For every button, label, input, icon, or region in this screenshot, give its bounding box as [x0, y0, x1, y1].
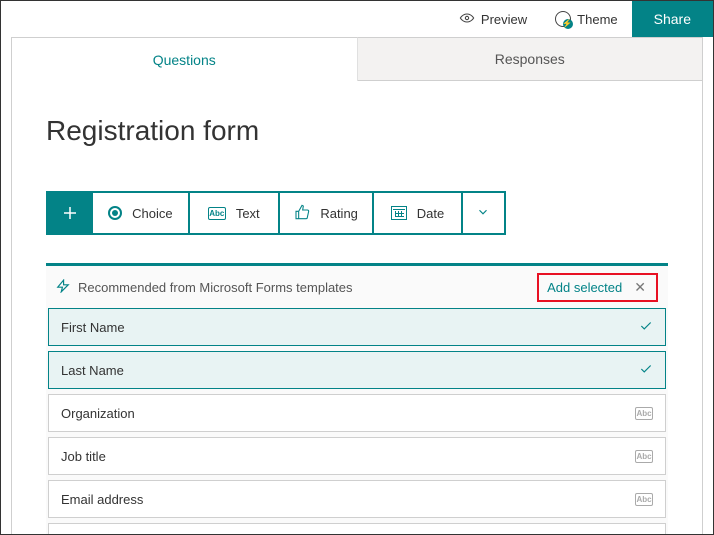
- radio-icon: [108, 206, 122, 220]
- check-icon: [639, 319, 653, 336]
- qtype-more[interactable]: [461, 193, 504, 233]
- qtype-choice-label: Choice: [132, 206, 172, 221]
- form-title[interactable]: Registration form: [46, 115, 668, 147]
- recommended-row-label: First Name: [61, 320, 125, 335]
- recommended-row-label: Last Name: [61, 363, 124, 378]
- top-bar: Preview ⚡ Theme Share: [1, 1, 713, 37]
- recommended-row-label: Email address: [61, 492, 143, 507]
- chevron-down-icon: [476, 205, 490, 222]
- abc-icon: Abc: [635, 493, 653, 506]
- question-type-bar: Choice Abc Text Rating Date: [46, 191, 506, 235]
- tab-questions[interactable]: Questions: [11, 37, 358, 81]
- share-button[interactable]: Share: [632, 1, 713, 37]
- add-question-button[interactable]: [48, 193, 91, 233]
- preview-button[interactable]: Preview: [445, 1, 541, 37]
- recommended-actions: Add selected ✕: [537, 273, 658, 302]
- theme-label: Theme: [577, 12, 617, 27]
- calendar-icon: [391, 206, 407, 220]
- theme-icon: ⚡: [555, 11, 571, 27]
- qtype-date[interactable]: Date: [372, 193, 460, 233]
- tabs-bar: Questions Responses: [11, 37, 703, 81]
- add-selected-button[interactable]: Add selected: [547, 280, 622, 295]
- form-page: Registration form Choice Abc Text: [11, 81, 703, 535]
- recommended-row[interactable]: Questions or commentsAbc: [48, 523, 666, 535]
- tab-responses-label: Responses: [495, 51, 565, 67]
- recommended-list: First NameLast NameOrganizationAbcJob ti…: [46, 308, 668, 535]
- qtype-date-label: Date: [417, 206, 444, 221]
- tab-responses[interactable]: Responses: [358, 37, 704, 81]
- content-area: Questions Responses Registration form Ch…: [11, 37, 703, 534]
- recommended-row[interactable]: Organization Abc: [48, 394, 666, 432]
- recommended-row[interactable]: Job title Abc: [48, 437, 666, 475]
- abc-icon: Abc: [635, 407, 653, 420]
- close-icon[interactable]: ✕: [632, 279, 648, 296]
- recommended-row[interactable]: Email address Abc: [48, 480, 666, 518]
- abc-icon: Abc: [208, 207, 226, 220]
- recommended-header-text: Recommended from Microsoft Forms templat…: [78, 280, 353, 295]
- share-label: Share: [654, 11, 691, 27]
- app-frame: Preview ⚡ Theme Share Questions Response…: [0, 0, 714, 535]
- recommended-header: Recommended from Microsoft Forms templat…: [46, 266, 668, 308]
- qtype-text[interactable]: Abc Text: [188, 193, 278, 233]
- recommended-row-label: Job title: [61, 449, 106, 464]
- recommended-row-label: Organization: [61, 406, 135, 421]
- preview-label: Preview: [481, 12, 527, 27]
- theme-button[interactable]: ⚡ Theme: [541, 1, 631, 37]
- qtype-choice[interactable]: Choice: [91, 193, 187, 233]
- abc-icon: Abc: [635, 450, 653, 463]
- qtype-rating[interactable]: Rating: [278, 193, 372, 233]
- check-icon: [639, 362, 653, 379]
- recommended-row[interactable]: First Name: [48, 308, 666, 346]
- tab-questions-label: Questions: [153, 52, 216, 68]
- recommended-row[interactable]: Last Name: [48, 351, 666, 389]
- recommended-panel: Recommended from Microsoft Forms templat…: [46, 263, 668, 535]
- bolt-icon: [56, 279, 70, 296]
- qtype-text-label: Text: [236, 206, 260, 221]
- eye-icon: [459, 10, 475, 29]
- thumb-up-icon: [294, 204, 310, 223]
- qtype-rating-label: Rating: [320, 206, 358, 221]
